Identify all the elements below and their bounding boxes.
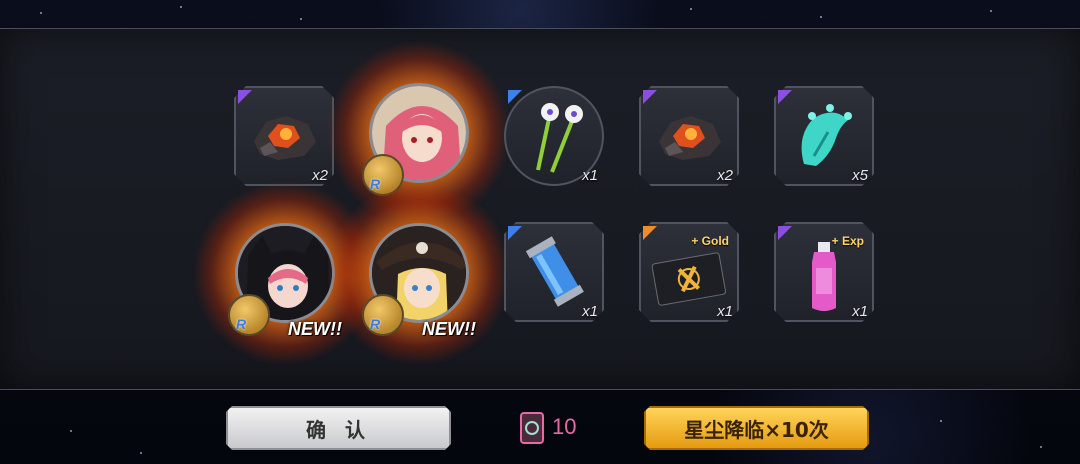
item-quantity: x1 — [582, 167, 598, 184]
ticket-count: 10 — [552, 414, 577, 439]
reward-slot[interactable]: x1 — [504, 86, 604, 186]
gacha-10-pull-button[interactable]: 星尘降临×10次 — [644, 406, 869, 450]
item-quantity: x1 — [852, 303, 868, 320]
rarity-r-badge: R — [228, 294, 270, 336]
reward-slot[interactable]: x5 — [774, 86, 874, 186]
item-quantity: x1 — [582, 303, 598, 320]
character-slot[interactable]: R NEW!! — [329, 183, 509, 363]
item-quantity: x2 — [717, 167, 733, 184]
character-slot[interactable]: R NEW!! — [195, 183, 375, 363]
gacha-ticket-icon — [520, 412, 544, 444]
confirm-button[interactable]: 确 认 — [226, 406, 451, 450]
item-quantity: x1 — [717, 303, 733, 320]
reward-slot[interactable]: + Exp x1 — [774, 222, 874, 322]
reward-slot[interactable]: x2 — [639, 86, 739, 186]
reward-slot[interactable]: x2 — [234, 86, 334, 186]
rarity-r-badge: R — [362, 294, 404, 336]
item-quantity: x2 — [312, 167, 328, 184]
item-quantity: x5 — [852, 167, 868, 184]
reward-slot[interactable]: x1 — [504, 222, 604, 322]
character-slot[interactable]: R — [329, 43, 509, 223]
reward-panel — [0, 28, 1080, 390]
new-label: NEW!! — [422, 319, 476, 339]
reward-slot[interactable]: + Gold x1 — [639, 222, 739, 322]
